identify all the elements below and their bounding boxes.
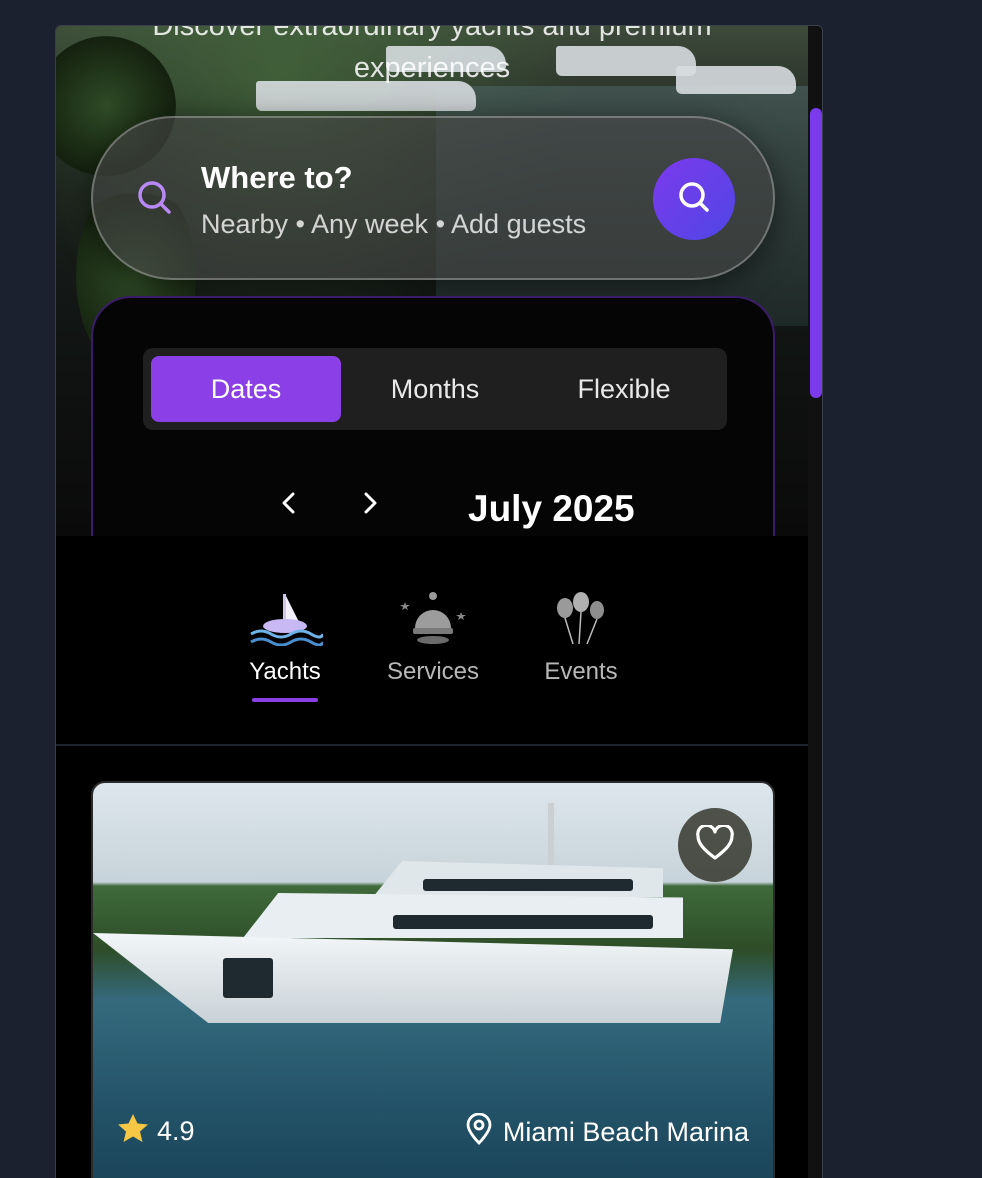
date-picker: Dates Months Flexible July 2025 [91, 296, 775, 536]
yacht-image-window [393, 915, 653, 929]
balloons-icon [521, 586, 641, 646]
listing-card[interactable]: 4.9 Miami Beach Marina [91, 781, 775, 1178]
rating: 4.9 [117, 1113, 195, 1150]
category-tabs: Yachts Services Events [56, 536, 808, 746]
category-tab-services[interactable]: Services [373, 586, 493, 686]
next-month-button[interactable] [357, 488, 383, 526]
search-subtitle: Nearby • Any week • Add guests [201, 209, 587, 239]
search-icon [674, 177, 714, 222]
chevron-left-icon [282, 492, 295, 514]
prev-month-button[interactable] [276, 488, 302, 526]
month-title: July 2025 [468, 488, 635, 529]
heart-icon [695, 823, 735, 866]
search-button[interactable] [653, 158, 735, 240]
chevron-right-icon [364, 492, 377, 514]
location-pin-icon [465, 1112, 493, 1152]
category-tab-events[interactable]: Events [521, 586, 641, 686]
app-window: Discover extraordinary yachts and premiu… [55, 25, 823, 1178]
hero-tagline: Discover extraordinary yachts and premiu… [152, 26, 712, 42]
yacht-image-window [223, 958, 273, 998]
star-icon [117, 1113, 149, 1150]
location: Miami Beach Marina [465, 1112, 749, 1152]
favorite-button[interactable] [678, 808, 752, 882]
tab-dates[interactable]: Dates [151, 356, 341, 422]
yacht-image-window [423, 879, 633, 891]
search-icon [135, 178, 175, 218]
tab-flexible[interactable]: Flexible [529, 356, 719, 422]
category-label: Events [544, 658, 618, 685]
search-title: Where to? [201, 160, 353, 195]
hero-image-boat [256, 81, 476, 111]
hero-tagline: experiences [353, 52, 511, 84]
search-bar[interactable]: Where to? Nearby • Any week • Add guests [91, 116, 775, 280]
yacht-image-hull [93, 933, 733, 1023]
date-mode-switch: Dates Months Flexible [143, 348, 727, 430]
rating-value: 4.9 [157, 1116, 195, 1146]
category-label: Services [386, 658, 480, 685]
category-tab-yachts[interactable]: Yachts [225, 586, 345, 702]
yacht-image-mast [548, 803, 554, 873]
location-name: Miami Beach Marina [502, 1117, 749, 1147]
service-bell-icon [373, 586, 493, 646]
category-label: Yachts [249, 658, 321, 685]
active-tab-indicator [252, 698, 318, 702]
sailboat-icon [225, 586, 345, 646]
tab-months[interactable]: Months [340, 356, 530, 422]
hero-banner: Discover extraordinary yachts and premiu… [56, 26, 808, 536]
scrollbar-thumb[interactable] [810, 108, 822, 398]
